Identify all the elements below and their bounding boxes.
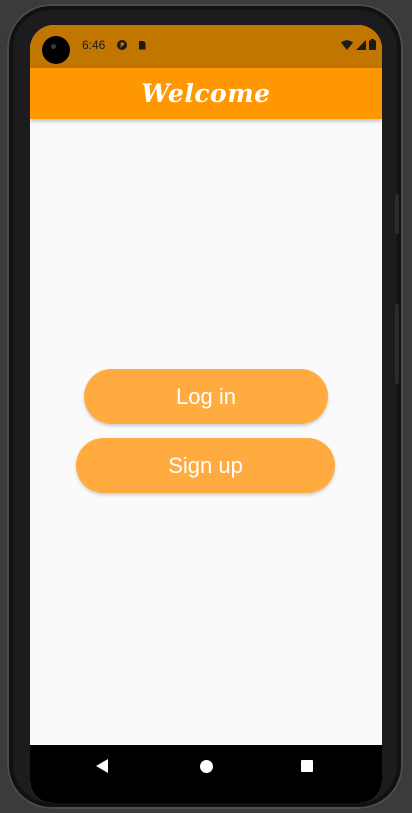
app-bar: Welcome xyxy=(30,68,382,119)
navigation-bar xyxy=(30,745,382,803)
login-button[interactable]: Log in xyxy=(84,369,328,424)
back-icon[interactable] xyxy=(96,759,109,773)
sd-card-icon xyxy=(139,41,146,50)
front-camera xyxy=(42,36,70,64)
volume-button xyxy=(395,194,399,234)
home-icon[interactable] xyxy=(200,760,213,773)
wifi-icon xyxy=(341,39,353,50)
phone-screen: 6:46 Welcome Log in Sign up xyxy=(30,25,382,803)
signal-icon xyxy=(356,39,366,50)
p-notification-icon xyxy=(117,40,127,50)
main-content: Log in Sign up xyxy=(30,119,382,745)
status-bar: 6:46 xyxy=(30,25,382,68)
battery-icon xyxy=(369,39,376,50)
recents-icon[interactable] xyxy=(301,760,313,772)
signup-button[interactable]: Sign up xyxy=(76,438,335,493)
status-time: 6:46 xyxy=(82,38,106,52)
system-icons xyxy=(341,39,376,50)
power-button xyxy=(395,304,399,384)
page-title: Welcome xyxy=(141,79,271,108)
